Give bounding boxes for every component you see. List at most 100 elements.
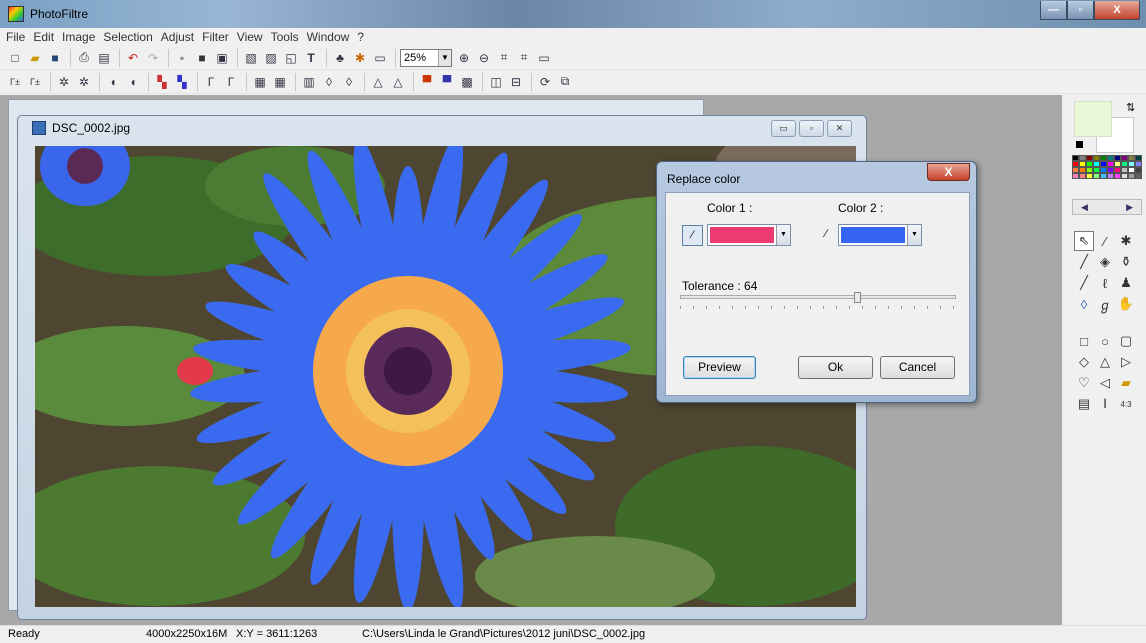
palette-prev-icon[interactable]: ◀ — [1081, 200, 1088, 214]
doc-restore-button[interactable]: ▫ — [799, 120, 824, 137]
menu-filter[interactable]: Filter — [198, 28, 233, 46]
color-palette[interactable] — [1072, 155, 1142, 193]
advanced-brush-icon[interactable]: ℓ — [1095, 273, 1115, 293]
rectangle-icon[interactable]: □ — [1074, 331, 1094, 351]
preview-button[interactable]: Preview — [683, 356, 756, 379]
menu-help[interactable]: ? — [353, 28, 368, 46]
fullscreen-icon[interactable]: ⌗ — [515, 49, 533, 67]
pointer-icon[interactable]: ⇖ — [1074, 231, 1094, 251]
palette-swatch[interactable] — [1107, 173, 1114, 179]
gamma-minus-icon[interactable]: Γ — [202, 73, 220, 91]
mirror-icon[interactable]: ◫ — [487, 73, 505, 91]
menu-image[interactable]: Image — [58, 28, 99, 46]
default-colors-icon[interactable] — [1076, 141, 1083, 148]
ellipse-icon[interactable]: ○ — [1095, 331, 1115, 351]
palette-swatch[interactable] — [1079, 173, 1086, 179]
open-icon[interactable]: ▰ — [26, 49, 44, 67]
brightness-plus-icon[interactable]: ✲ — [75, 73, 93, 91]
palette-next-icon[interactable]: ▶ — [1126, 200, 1133, 214]
slider-thumb[interactable] — [853, 292, 861, 303]
close-button[interactable]: X — [1094, 1, 1140, 20]
flag-alt-icon[interactable]: ▀ — [438, 73, 456, 91]
palette-swatch[interactable] — [1128, 173, 1135, 179]
ok-button[interactable]: Ok — [798, 356, 873, 379]
hand-icon[interactable]: ✋ — [1116, 294, 1136, 314]
diamond-icon[interactable]: ◇ — [1074, 352, 1094, 372]
palette-swatch[interactable] — [1114, 173, 1121, 179]
spray-icon[interactable]: ⚱ — [1116, 252, 1136, 272]
minimize-button[interactable]: — — [1040, 1, 1067, 20]
doc-close-button[interactable]: ✕ — [827, 120, 852, 137]
eyedropper-icon[interactable]: ⁄ — [682, 225, 703, 246]
contrast-plus-icon[interactable]: ◖ — [124, 73, 142, 91]
paste-icon[interactable]: ▨ — [262, 49, 280, 67]
zoom-in-icon[interactable]: ⊕ — [455, 49, 473, 67]
text-icon[interactable]: T — [302, 49, 320, 67]
palette-swatch[interactable] — [1093, 173, 1100, 179]
triangle-plus-icon[interactable]: △ — [389, 73, 407, 91]
open-shape-icon[interactable]: ▰ — [1116, 373, 1136, 393]
new-icon[interactable]: □ — [6, 49, 24, 67]
stamp-icon[interactable]: ♟ — [1116, 273, 1136, 293]
chevron-down-icon[interactable]: ▼ — [776, 225, 790, 245]
eyedropper-icon[interactable]: ⁄ — [1095, 231, 1115, 251]
polygon-icon[interactable]: ◁ — [1095, 373, 1115, 393]
app-title-bar[interactable]: PhotoFiltre — ▫ X — [0, 0, 1146, 28]
cancel-button[interactable]: Cancel — [880, 356, 955, 379]
flip-icon[interactable]: ⊟ — [507, 73, 525, 91]
crop-icon[interactable]: ◱ — [282, 49, 300, 67]
brush-icon[interactable]: ╱ — [1074, 273, 1094, 293]
effect-icon[interactable]: ✱ — [351, 49, 369, 67]
plugin-icon[interactable]: ♣ — [331, 49, 349, 67]
triangle-icon[interactable]: △ — [1095, 352, 1115, 372]
gradient-icon[interactable]: ■ — [193, 49, 211, 67]
color2-select[interactable]: ▼ — [838, 224, 922, 246]
foreground-color-swatch[interactable] — [1074, 101, 1112, 137]
scan-icon[interactable]: ▤ — [95, 49, 113, 67]
zoom-out-icon[interactable]: ⊖ — [475, 49, 493, 67]
blur-drop-icon[interactable]: ◊ — [1074, 294, 1094, 314]
rounded-rect-icon[interactable]: ▢ — [1116, 331, 1136, 351]
auto-levels-icon[interactable]: Γ± — [6, 73, 24, 91]
ratio-icon[interactable]: 4:3 — [1116, 394, 1136, 414]
rotate-icon[interactable]: ⟳ — [536, 73, 554, 91]
maximize-button[interactable]: ▫ — [1067, 1, 1094, 20]
color1-select[interactable]: ▼ — [707, 224, 791, 246]
undo-icon[interactable]: ↶ — [124, 49, 142, 67]
print-icon[interactable]: ⎙ — [75, 49, 93, 67]
menu-window[interactable]: Window — [303, 28, 354, 46]
menu-view[interactable]: View — [233, 28, 267, 46]
doc-minimize-button[interactable]: ▭ — [771, 120, 796, 137]
grayscale-icon[interactable]: ▦ — [251, 73, 269, 91]
chevron-down-icon[interactable]: ▼ — [438, 49, 451, 66]
saturation-plus-icon[interactable]: ▚ — [173, 73, 191, 91]
brightness-minus-icon[interactable]: ✲ — [55, 73, 73, 91]
triangle-icon[interactable]: △ — [369, 73, 387, 91]
save-icon[interactable]: ■ — [46, 49, 64, 67]
gamma-plus-icon[interactable]: Γ — [222, 73, 240, 91]
chevron-down-icon[interactable]: ▼ — [907, 225, 921, 245]
auto-contrast-icon[interactable]: Γ± — [26, 73, 44, 91]
fill-icon[interactable]: ◈ — [1095, 252, 1115, 272]
copy-icon[interactable]: ▧ — [242, 49, 260, 67]
dialog-close-button[interactable]: X — [927, 163, 970, 181]
smudge-icon[interactable]: ℊ — [1095, 294, 1115, 314]
palette-swatch[interactable] — [1121, 173, 1128, 179]
window-icon[interactable]: ▭ — [371, 49, 389, 67]
redo-icon[interactable]: ↷ — [144, 49, 162, 67]
mask-icon[interactable]: ▣ — [213, 49, 231, 67]
zoom-select[interactable]: 25% ▼ — [400, 48, 452, 67]
contrast-minus-icon[interactable]: ◖ — [104, 73, 122, 91]
line-icon[interactable]: ╱ — [1074, 252, 1094, 272]
replace-color-dialog[interactable]: Replace color X Color 1 : Color 2 : ⁄ ▼ … — [656, 161, 977, 403]
palette-swatch[interactable] — [1072, 173, 1079, 179]
tolerance-slider[interactable] — [680, 292, 956, 303]
eyedropper-icon[interactable]: ⁄ — [818, 225, 834, 246]
fit-icon[interactable]: ⌗ — [495, 49, 513, 67]
palette-swatch[interactable] — [1135, 173, 1142, 179]
resize-icon[interactable]: ⧉ — [556, 73, 574, 91]
sharpen-icon[interactable]: ◊ — [340, 73, 358, 91]
image-icon[interactable]: ▪ — [173, 49, 191, 67]
menu-selection[interactable]: Selection — [99, 28, 156, 46]
texture-icon[interactable]: ▩ — [458, 73, 476, 91]
